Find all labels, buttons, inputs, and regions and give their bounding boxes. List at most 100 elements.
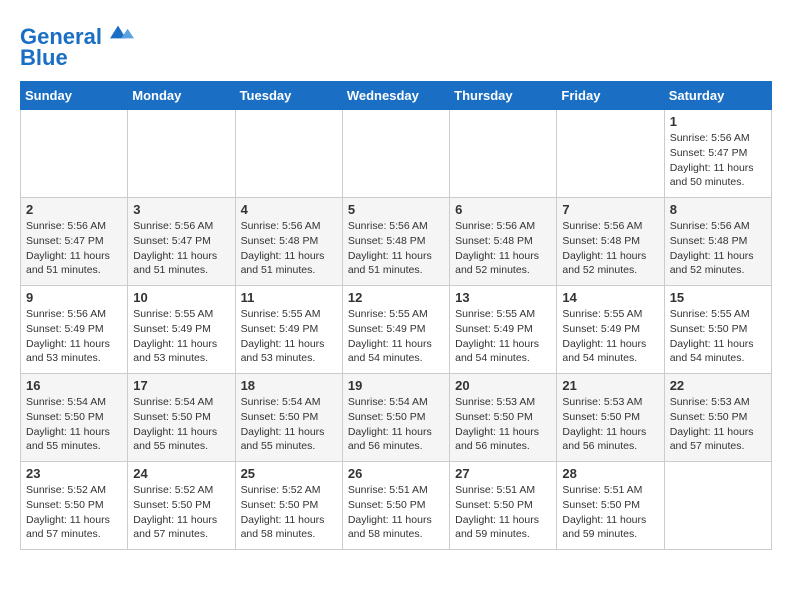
calendar-cell bbox=[235, 110, 342, 198]
calendar-cell: 8 Sunrise: 5:56 AM Sunset: 5:48 PM Daylig… bbox=[664, 198, 771, 286]
day-info: Sunrise: 5:56 AM Sunset: 5:47 PM Dayligh… bbox=[670, 131, 766, 190]
header-wednesday: Wednesday bbox=[342, 82, 449, 110]
day-number: 21 bbox=[562, 378, 658, 393]
calendar-table: Sunday Monday Tuesday Wednesday Thursday… bbox=[20, 81, 772, 550]
calendar-cell: 6Sunrise: 5:56 AM Sunset: 5:48 PM Daylig… bbox=[450, 198, 557, 286]
day-info: Sunrise: 5:53 AM Sunset: 5:50 PM Dayligh… bbox=[455, 395, 551, 454]
day-info: Sunrise: 5:55 AM Sunset: 5:49 PM Dayligh… bbox=[133, 307, 229, 366]
day-number: 17 bbox=[133, 378, 229, 393]
day-info: Sunrise: 5:54 AM Sunset: 5:50 PM Dayligh… bbox=[241, 395, 337, 454]
day-info: Sunrise: 5:56 AM Sunset: 5:47 PM Dayligh… bbox=[133, 219, 229, 278]
day-number: 25 bbox=[241, 466, 337, 481]
day-info: Sunrise: 5:54 AM Sunset: 5:50 PM Dayligh… bbox=[26, 395, 122, 454]
day-number: 23 bbox=[26, 466, 122, 481]
day-info: Sunrise: 5:52 AM Sunset: 5:50 PM Dayligh… bbox=[133, 483, 229, 542]
calendar-cell: 10 Sunrise: 5:55 AM Sunset: 5:49 PM Dayli… bbox=[128, 286, 235, 374]
calendar-cell: 17 Sunrise: 5:54 AM Sunset: 5:50 PM Dayli… bbox=[128, 374, 235, 462]
day-info: Sunrise: 5:52 AM Sunset: 5:50 PM Dayligh… bbox=[26, 483, 122, 542]
day-number: 6 bbox=[455, 202, 551, 217]
calendar-cell bbox=[450, 110, 557, 198]
day-number: 28 bbox=[562, 466, 658, 481]
calendar-cell: 9 Sunrise: 5:56 AM Sunset: 5:49 PM Daylig… bbox=[21, 286, 128, 374]
header-row: Sunday Monday Tuesday Wednesday Thursday… bbox=[21, 82, 772, 110]
day-info: Sunrise: 5:56 AM Sunset: 5:49 PM Dayligh… bbox=[26, 307, 122, 366]
calendar-cell: 4 Sunrise: 5:56 AM Sunset: 5:48 PM Daylig… bbox=[235, 198, 342, 286]
calendar-cell: 2 Sunrise: 5:56 AM Sunset: 5:47 PM Daylig… bbox=[21, 198, 128, 286]
day-info: Sunrise: 5:54 AM Sunset: 5:50 PM Dayligh… bbox=[348, 395, 444, 454]
logo-icon bbox=[110, 20, 134, 44]
day-number: 9 bbox=[26, 290, 122, 305]
day-number: 5 bbox=[348, 202, 444, 217]
calendar-cell: 22 Sunrise: 5:53 AM Sunset: 5:50 PM Dayli… bbox=[664, 374, 771, 462]
week-row-2: 2 Sunrise: 5:56 AM Sunset: 5:47 PM Daylig… bbox=[21, 198, 772, 286]
day-info: Sunrise: 5:54 AM Sunset: 5:50 PM Dayligh… bbox=[133, 395, 229, 454]
day-number: 12 bbox=[348, 290, 444, 305]
day-number: 7 bbox=[562, 202, 658, 217]
day-number: 15 bbox=[670, 290, 766, 305]
calendar-cell: 21 Sunrise: 5:53 AM Sunset: 5:50 PM Dayli… bbox=[557, 374, 664, 462]
calendar-cell: 12 Sunrise: 5:55 AM Sunset: 5:49 PM Dayli… bbox=[342, 286, 449, 374]
calendar-cell bbox=[557, 110, 664, 198]
calendar-cell: 3 Sunrise: 5:56 AM Sunset: 5:47 PM Daylig… bbox=[128, 198, 235, 286]
calendar-cell bbox=[128, 110, 235, 198]
calendar-cell: 18 Sunrise: 5:54 AM Sunset: 5:50 PM Dayli… bbox=[235, 374, 342, 462]
calendar-cell bbox=[342, 110, 449, 198]
day-number: 20 bbox=[455, 378, 551, 393]
calendar-cell: 24 Sunrise: 5:52 AM Sunset: 5:50 PM Dayli… bbox=[128, 462, 235, 550]
calendar-cell: 16 Sunrise: 5:54 AM Sunset: 5:50 PM Dayli… bbox=[21, 374, 128, 462]
week-row-4: 16 Sunrise: 5:54 AM Sunset: 5:50 PM Dayli… bbox=[21, 374, 772, 462]
day-info: Sunrise: 5:51 AM Sunset: 5:50 PM Dayligh… bbox=[562, 483, 658, 542]
day-info: Sunrise: 5:55 AM Sunset: 5:49 PM Dayligh… bbox=[348, 307, 444, 366]
day-number: 18 bbox=[241, 378, 337, 393]
day-number: 24 bbox=[133, 466, 229, 481]
day-number: 13 bbox=[455, 290, 551, 305]
day-number: 22 bbox=[670, 378, 766, 393]
calendar-cell: 7Sunrise: 5:56 AM Sunset: 5:48 PM Daylig… bbox=[557, 198, 664, 286]
calendar-cell: 1 Sunrise: 5:56 AM Sunset: 5:47 PM Daylig… bbox=[664, 110, 771, 198]
header-sunday: Sunday bbox=[21, 82, 128, 110]
week-row-1: 1 Sunrise: 5:56 AM Sunset: 5:47 PM Daylig… bbox=[21, 110, 772, 198]
calendar-header: Sunday Monday Tuesday Wednesday Thursday… bbox=[21, 82, 772, 110]
day-info: Sunrise: 5:53 AM Sunset: 5:50 PM Dayligh… bbox=[562, 395, 658, 454]
calendar-cell: 20 Sunrise: 5:53 AM Sunset: 5:50 PM Dayli… bbox=[450, 374, 557, 462]
day-number: 16 bbox=[26, 378, 122, 393]
calendar-cell: 27Sunrise: 5:51 AM Sunset: 5:50 PM Dayli… bbox=[450, 462, 557, 550]
header-friday: Friday bbox=[557, 82, 664, 110]
day-info: Sunrise: 5:53 AM Sunset: 5:50 PM Dayligh… bbox=[670, 395, 766, 454]
header-thursday: Thursday bbox=[450, 82, 557, 110]
day-info: Sunrise: 5:51 AM Sunset: 5:50 PM Dayligh… bbox=[348, 483, 444, 542]
week-row-3: 9 Sunrise: 5:56 AM Sunset: 5:49 PM Daylig… bbox=[21, 286, 772, 374]
day-number: 8 bbox=[670, 202, 766, 217]
day-info: Sunrise: 5:56 AM Sunset: 5:47 PM Dayligh… bbox=[26, 219, 122, 278]
day-info: Sunrise: 5:56 AM Sunset: 5:48 PM Dayligh… bbox=[670, 219, 766, 278]
page-header: General Blue bbox=[20, 20, 772, 71]
calendar-cell bbox=[664, 462, 771, 550]
logo: General Blue bbox=[20, 20, 134, 71]
day-number: 19 bbox=[348, 378, 444, 393]
day-info: Sunrise: 5:52 AM Sunset: 5:50 PM Dayligh… bbox=[241, 483, 337, 542]
day-number: 26 bbox=[348, 466, 444, 481]
calendar-cell: 19 Sunrise: 5:54 AM Sunset: 5:50 PM Dayli… bbox=[342, 374, 449, 462]
calendar-cell: 11Sunrise: 5:55 AM Sunset: 5:49 PM Dayli… bbox=[235, 286, 342, 374]
day-info: Sunrise: 5:55 AM Sunset: 5:50 PM Dayligh… bbox=[670, 307, 766, 366]
calendar-cell: 14 Sunrise: 5:55 AM Sunset: 5:49 PM Dayli… bbox=[557, 286, 664, 374]
calendar-body: 1 Sunrise: 5:56 AM Sunset: 5:47 PM Daylig… bbox=[21, 110, 772, 550]
day-info: Sunrise: 5:51 AM Sunset: 5:50 PM Dayligh… bbox=[455, 483, 551, 542]
day-number: 11 bbox=[241, 290, 337, 305]
calendar-cell: 23 Sunrise: 5:52 AM Sunset: 5:50 PM Dayli… bbox=[21, 462, 128, 550]
day-number: 1 bbox=[670, 114, 766, 129]
calendar-cell: 13Sunrise: 5:55 AM Sunset: 5:49 PM Dayli… bbox=[450, 286, 557, 374]
calendar-cell: 28 Sunrise: 5:51 AM Sunset: 5:50 PM Dayli… bbox=[557, 462, 664, 550]
day-number: 3 bbox=[133, 202, 229, 217]
day-number: 2 bbox=[26, 202, 122, 217]
day-info: Sunrise: 5:55 AM Sunset: 5:49 PM Dayligh… bbox=[562, 307, 658, 366]
calendar-cell: 5Sunrise: 5:56 AM Sunset: 5:48 PM Daylig… bbox=[342, 198, 449, 286]
day-info: Sunrise: 5:56 AM Sunset: 5:48 PM Dayligh… bbox=[241, 219, 337, 278]
header-monday: Monday bbox=[128, 82, 235, 110]
day-number: 4 bbox=[241, 202, 337, 217]
day-number: 14 bbox=[562, 290, 658, 305]
day-number: 10 bbox=[133, 290, 229, 305]
header-tuesday: Tuesday bbox=[235, 82, 342, 110]
calendar-cell: 26 Sunrise: 5:51 AM Sunset: 5:50 PM Dayli… bbox=[342, 462, 449, 550]
calendar-cell: 25 Sunrise: 5:52 AM Sunset: 5:50 PM Dayli… bbox=[235, 462, 342, 550]
